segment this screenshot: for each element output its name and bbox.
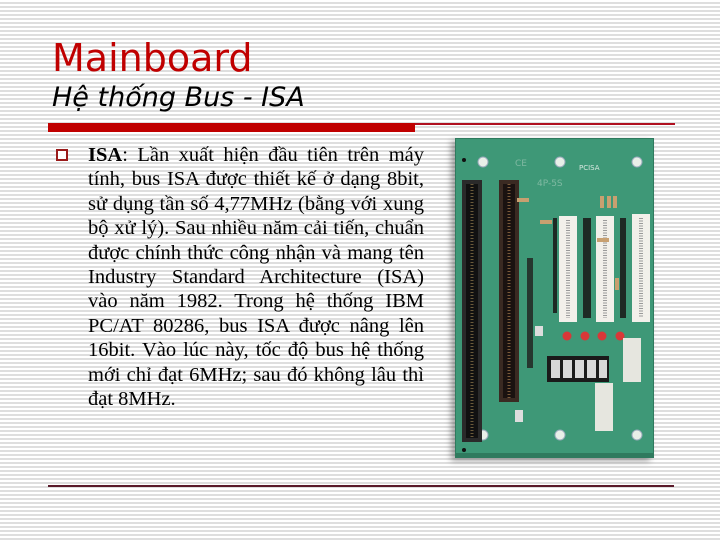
isa-slot-2 (499, 180, 519, 402)
bullet-text: ISA: Lần xuất hiện đầu tiên trên máy tín… (88, 143, 424, 411)
power-terminal-block (547, 356, 609, 382)
board-label-pcisa: PCISA (579, 164, 600, 172)
pci-slot-1 (559, 216, 577, 322)
isa-backplane-image: CE PCISA 4P-5S (455, 138, 654, 458)
pci-slot-2 (596, 216, 614, 322)
slide-title: Mainboard (52, 36, 253, 80)
hollow-square-bullet-icon (56, 149, 68, 161)
isa-slot-1 (462, 180, 482, 442)
footer-divider-line (48, 485, 674, 487)
slide: Mainboard Hệ thống Bus - ISA ISA: Lần xu… (0, 0, 720, 540)
pci-slot-3 (632, 214, 650, 322)
bullet-body: : Lần xuất hiện đầu tiên trên máy tính, … (88, 144, 424, 411)
backplane-illustration: CE PCISA 4P-5S (455, 138, 654, 458)
bullet-term: ISA (88, 144, 123, 166)
title-accent-bar (48, 123, 415, 132)
board-label-model: 4P-5S (537, 179, 563, 189)
slide-subtitle: Hệ thống Bus - ISA (52, 82, 305, 113)
board-label-ce: CE (515, 159, 527, 169)
